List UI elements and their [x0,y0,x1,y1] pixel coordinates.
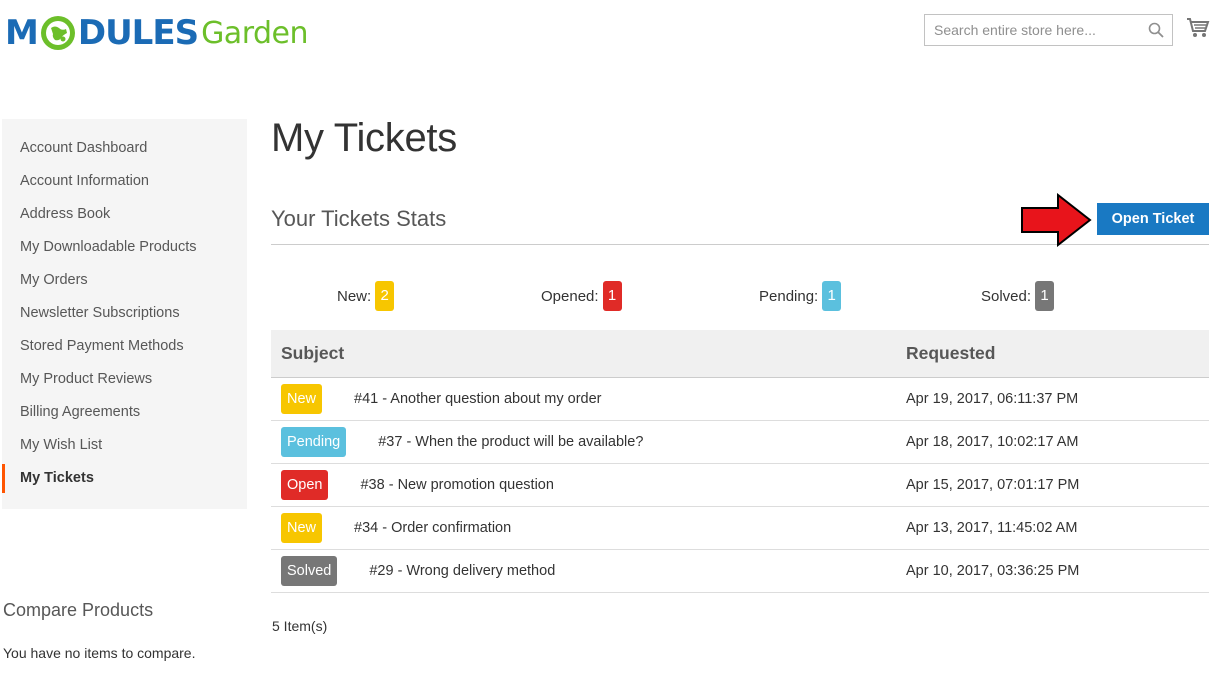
ticket-subject-link[interactable]: #37 - When the product will be available… [378,434,643,450]
site-header: M DULES Garden [0,0,1219,64]
logo-text-garden: Garden [201,15,309,51]
stat-opened: Opened: 1 [541,281,622,311]
tickets-stats-title: Your Tickets Stats [271,206,447,231]
ticket-subject-cell: New #41 - Another question about my order [271,377,896,421]
stat-label: New: [337,287,372,305]
tickets-table: Subject Requested New #41 - Another quest… [271,330,1209,593]
ticket-subject-link[interactable]: #34 - Order confirmation [354,520,511,536]
stat-solved: Solved: 1 [981,281,1055,311]
stat-new: New: 2 [337,281,395,311]
sidebar-item-billing-agreements[interactable]: Billing Agreements [2,396,247,429]
ticket-requested-date: Apr 15, 2017, 07:01:17 PM [896,463,1209,507]
site-logo[interactable]: M DULES Garden [5,8,309,58]
table-row[interactable]: Pending #37 - When the product will be av… [271,420,1209,464]
ticket-subject-link[interactable]: #41 - Another question about my order [354,391,601,407]
sidebar-item-account-information[interactable]: Account Information [2,165,247,198]
table-row[interactable]: Open #38 - New promotion question Apr 15, … [271,463,1209,507]
stat-count-badge: 1 [1035,281,1055,311]
stat-count-badge: 1 [602,281,622,311]
logo-letters-dules: DULES [77,13,199,53]
sidebar-item-address-book[interactable]: Address Book [2,198,247,231]
status-badge: Pending [281,426,347,457]
status-badge: New [281,512,323,543]
search-input[interactable] [925,15,1135,45]
table-row[interactable]: New #34 - Order confirmation Apr 13, 2017,… [271,506,1209,550]
status-badge: Solved [281,555,338,586]
account-sidebar: Account Dashboard Account Information Addr… [2,119,247,509]
sidebar-item-my-wish-list[interactable]: My Wish List [2,429,247,462]
logo-text-modules: M DULES [5,13,199,53]
page-title: My Tickets [271,116,457,160]
sidebar-item-my-downloadable-products[interactable]: My Downloadable Products [2,231,247,264]
ticket-subject-link[interactable]: #29 - Wrong delivery method [369,563,555,579]
status-badge: New [281,383,323,414]
ticket-subject-cell: Open #38 - New promotion question [271,463,896,507]
ticket-subject-cell: Solved #29 - Wrong delivery method [271,549,896,593]
item-count: 5 Item(s) [272,618,328,634]
cart-icon[interactable] [1186,17,1210,39]
stat-label: Opened: [541,287,599,305]
ticket-subject-cell: Pending #37 - When the product will be av… [271,420,896,464]
search-icon[interactable] [1148,22,1164,38]
compare-products-title: Compare Products [3,600,154,620]
stat-label: Solved: [981,287,1032,305]
sidebar-item-my-tickets[interactable]: My Tickets [2,462,247,495]
ticket-requested-date: Apr 19, 2017, 06:11:37 PM [896,377,1209,421]
stat-count-badge: 1 [822,281,842,311]
arrow-right-icon [1021,193,1092,247]
ticket-requested-date: Apr 13, 2017, 11:45:02 AM [896,506,1209,550]
search-box [924,14,1173,46]
column-header-requested[interactable]: Requested [896,330,1209,378]
stat-count-badge: 2 [375,281,395,311]
ticket-requested-date: Apr 10, 2017, 03:36:25 PM [896,549,1209,593]
sidebar-item-my-product-reviews[interactable]: My Product Reviews [2,363,247,396]
globe-icon [40,16,75,50]
stat-pending: Pending: 1 [759,281,842,311]
ticket-subject-link[interactable]: #38 - New promotion question [360,477,553,493]
ticket-subject-cell: New #34 - Order confirmation [271,506,896,550]
open-ticket-button[interactable]: Open Ticket [1097,203,1209,235]
logo-letter-m: M [5,13,39,53]
status-badge: Open [281,469,329,500]
sidebar-item-my-orders[interactable]: My Orders [2,264,247,297]
table-header-row: Subject Requested [271,330,1209,378]
sidebar-item-account-dashboard[interactable]: Account Dashboard [2,132,247,165]
sidebar-item-newsletter-subscriptions[interactable]: Newsletter Subscriptions [2,297,247,330]
stat-label: Pending: [759,287,819,305]
compare-empty-text: You have no items to compare. [3,645,196,661]
table-row[interactable]: New #41 - Another question about my order… [271,377,1209,421]
table-row[interactable]: Solved #29 - Wrong delivery method Apr 10,… [271,549,1209,593]
tickets-stats-row: New: 2 Opened: 1 Pending: 1 Solved: 1 [271,281,1209,311]
sidebar-item-stored-payment-methods[interactable]: Stored Payment Methods [2,330,247,363]
column-header-subject[interactable]: Subject [271,330,896,378]
ticket-requested-date: Apr 18, 2017, 10:02:17 AM [896,420,1209,464]
